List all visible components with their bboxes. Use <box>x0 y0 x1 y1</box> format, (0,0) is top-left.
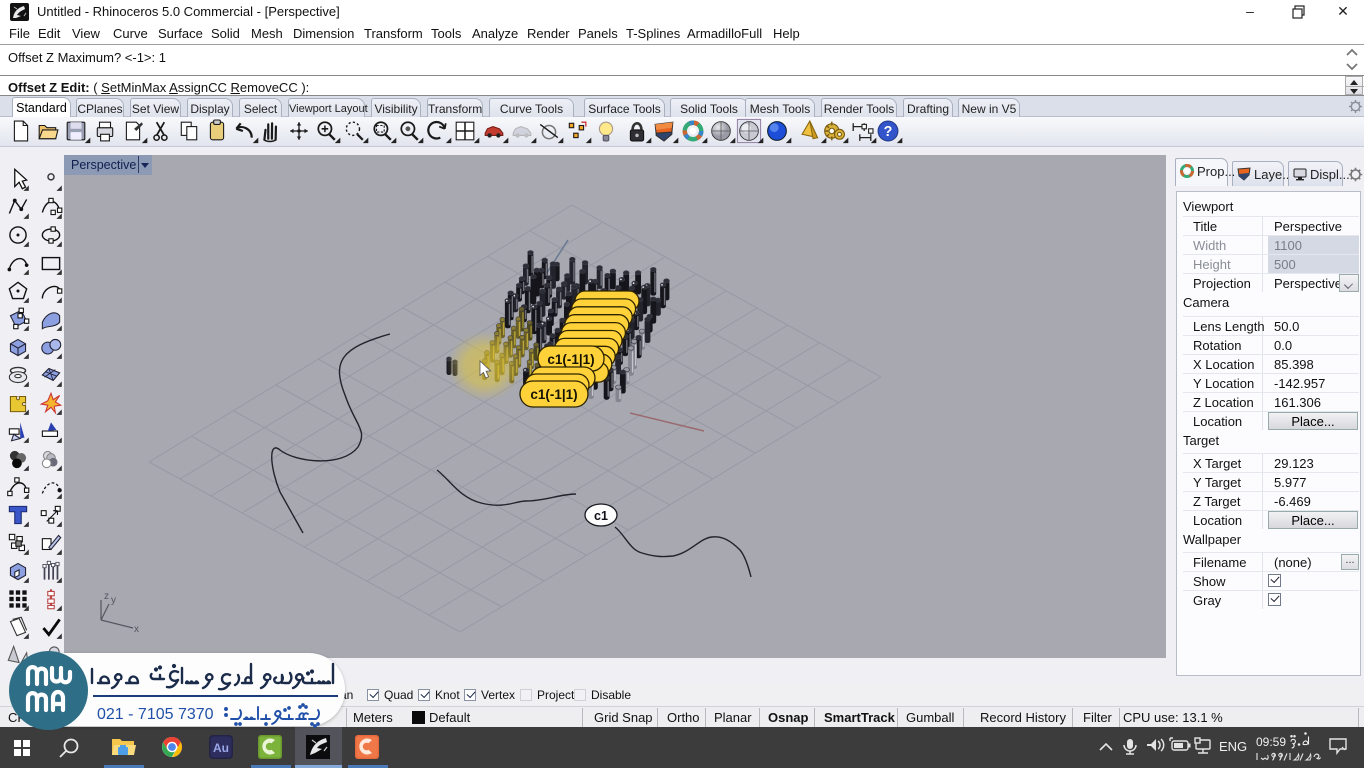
svg-text:c1(-1|1): c1(-1|1) <box>547 352 594 367</box>
svg-text:c1: c1 <box>594 509 608 523</box>
svg-text:021 - 7105 7370: 021 - 7105 7370 <box>97 706 214 723</box>
svg-text:c1(-1|1): c1(-1|1) <box>530 387 577 402</box>
svg-text:ENG: ENG <box>1219 739 1247 754</box>
svg-text:Au: Au <box>213 741 229 755</box>
svg-text:x: x <box>134 624 139 635</box>
svg-text:z: z <box>104 591 109 602</box>
svg-text:?: ? <box>884 124 893 140</box>
svg-text:y: y <box>111 595 116 606</box>
svg-text:09:59: 09:59 <box>1256 735 1286 749</box>
